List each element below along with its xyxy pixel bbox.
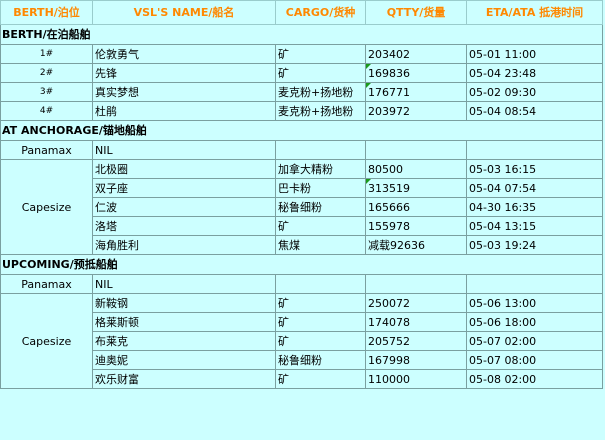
quantity — [365, 140, 467, 160]
berth-number: 1# — [0, 44, 93, 64]
section-berth-title: BERTH/在泊船舶 — [0, 24, 603, 45]
cargo: 秘鲁细粉 — [275, 197, 366, 217]
table-row: Capesize 新鞍钢 矿 250072 05-06 13:00 — [0, 293, 603, 389]
vessel-name: 海角胜利 — [92, 235, 276, 255]
quantity: 250072 — [365, 293, 467, 313]
table-row: 1# 伦敦勇气 矿 203402 05-01 11:00 — [0, 44, 603, 64]
cargo: 秘鲁细粉 — [275, 350, 366, 370]
cargo: 矿 — [275, 44, 366, 64]
vessel-class-capesize: Capesize — [0, 293, 93, 389]
header-row: BERTH/泊位 VSL'S NAME/船名 CARGO/货种 QTTY/货量 … — [0, 0, 603, 25]
quantity: 169836 — [365, 63, 467, 83]
table-row: 2# 先锋 矿 169836 05-04 23:48 — [0, 63, 603, 83]
berth-number: 2# — [0, 63, 93, 83]
cargo: 矿 — [275, 312, 366, 332]
cargo: 麦克粉+扬地粉 — [275, 101, 366, 121]
quantity: 167998 — [365, 350, 467, 370]
vessel-name: 布莱克 — [92, 331, 276, 351]
header-eta: ETA/ATA 抵港时间 — [466, 0, 603, 25]
cargo: 焦煤 — [275, 235, 366, 255]
header-quantity: QTTY/货量 — [365, 0, 467, 25]
vessel-name: NIL — [92, 274, 276, 294]
table-row: 4# 杜鹃 麦克粉+扬地粉 203972 05-04 08:54 — [0, 101, 603, 121]
vessel-name: NIL — [92, 140, 276, 160]
quantity: 155978 — [365, 216, 467, 236]
vessel-name: 仁波 — [92, 197, 276, 217]
eta: 05-02 09:30 — [466, 82, 603, 102]
section-upcoming: UPCOMING/预抵船舶 — [0, 254, 603, 275]
vessel-name: 先锋 — [92, 63, 276, 83]
eta: 05-03 16:15 — [466, 159, 603, 179]
eta — [466, 274, 603, 294]
eta: 05-08 02:00 — [466, 369, 603, 389]
quantity: 80500 — [365, 159, 467, 179]
eta: 05-07 08:00 — [466, 350, 603, 370]
quantity: 176771 — [365, 82, 467, 102]
vessel-name: 洛塔 — [92, 216, 276, 236]
cargo: 巴卡粉 — [275, 178, 366, 198]
section-upcoming-title: UPCOMING/预抵船舶 — [0, 254, 603, 275]
vessel-name: 真实梦想 — [92, 82, 276, 102]
quantity: 165666 — [365, 197, 467, 217]
cargo: 矿 — [275, 331, 366, 351]
quantity: 313519 — [365, 178, 467, 198]
cargo: 矿 — [275, 369, 366, 389]
cargo — [275, 140, 366, 160]
vessel-class-capesize: Capesize — [0, 159, 93, 255]
eta: 05-04 23:48 — [466, 63, 603, 83]
vessel-name: 北极圈 — [92, 159, 276, 179]
vessel-name: 欢乐财富 — [92, 369, 276, 389]
quantity: 减载92636 — [365, 235, 467, 255]
eta: 05-06 18:00 — [466, 312, 603, 332]
cargo: 加拿大精粉 — [275, 159, 366, 179]
vessel-name: 格莱斯顿 — [92, 312, 276, 332]
eta: 05-04 07:54 — [466, 178, 603, 198]
cargo — [275, 274, 366, 294]
section-berth: BERTH/在泊船舶 — [0, 24, 603, 45]
vessel-class-panamax: Panamax — [0, 140, 93, 160]
eta: 04-30 16:35 — [466, 197, 603, 217]
quantity: 203402 — [365, 44, 467, 64]
vessel-name: 伦敦勇气 — [92, 44, 276, 64]
section-anchorage-title: AT ANCHORAGE/锚地船舶 — [0, 120, 603, 141]
berth-number: 3# — [0, 82, 93, 102]
quantity: 205752 — [365, 331, 467, 351]
vessel-name: 迪奥妮 — [92, 350, 276, 370]
header-vessel-name: VSL'S NAME/船名 — [92, 0, 276, 25]
table-row: 3# 真实梦想 麦克粉+扬地粉 176771 05-02 09:30 — [0, 82, 603, 102]
cargo: 矿 — [275, 216, 366, 236]
vessel-name: 双子座 — [92, 178, 276, 198]
eta — [466, 140, 603, 160]
eta: 05-01 11:00 — [466, 44, 603, 64]
eta: 05-06 13:00 — [466, 293, 603, 313]
eta: 05-07 02:00 — [466, 331, 603, 351]
eta: 05-03 19:24 — [466, 235, 603, 255]
eta: 05-04 08:54 — [466, 101, 603, 121]
table-row: Panamax NIL — [0, 274, 603, 294]
header-cargo: CARGO/货种 — [275, 0, 366, 25]
section-anchorage: AT ANCHORAGE/锚地船舶 — [0, 120, 603, 141]
quantity — [365, 274, 467, 294]
table-row: Capesize 北极圈 加拿大精粉 80500 05-03 16:15 — [0, 159, 603, 255]
header-berth: BERTH/泊位 — [0, 0, 93, 25]
quantity: 110000 — [365, 369, 467, 389]
cargo: 矿 — [275, 63, 366, 83]
cargo: 矿 — [275, 293, 366, 313]
cargo: 麦克粉+扬地粉 — [275, 82, 366, 102]
vessel-class-panamax: Panamax — [0, 274, 93, 294]
quantity: 174078 — [365, 312, 467, 332]
vessel-name: 新鞍钢 — [92, 293, 276, 313]
quantity: 203972 — [365, 101, 467, 121]
eta: 05-04 13:15 — [466, 216, 603, 236]
vessel-schedule-table: BERTH/泊位 VSL'S NAME/船名 CARGO/货种 QTTY/货量 … — [0, 0, 603, 389]
vessel-name: 杜鹃 — [92, 101, 276, 121]
table-row: Panamax NIL — [0, 140, 603, 160]
berth-number: 4# — [0, 101, 93, 121]
